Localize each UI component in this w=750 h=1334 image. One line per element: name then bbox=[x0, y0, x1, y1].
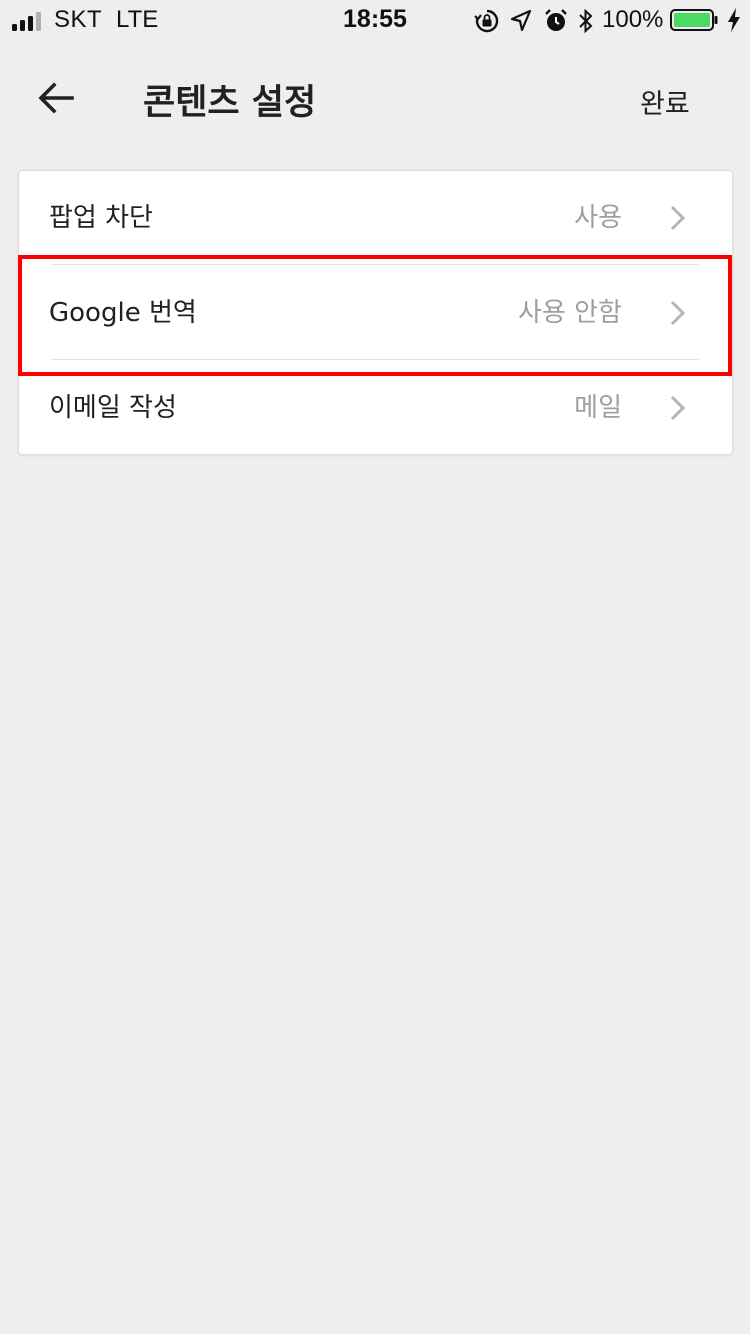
settings-item-label: 팝업 차단 bbox=[49, 203, 153, 233]
orientation-lock-icon bbox=[474, 9, 499, 33]
settings-item-popup-blocking[interactable]: 팝업 차단 사용 bbox=[19, 171, 732, 265]
settings-item-value: 사용 bbox=[574, 203, 622, 233]
divider bbox=[51, 359, 699, 360]
settings-item-label: Google 번역 bbox=[49, 298, 197, 328]
bluetooth-icon bbox=[579, 8, 593, 34]
alarm-icon bbox=[545, 9, 567, 31]
status-icons bbox=[474, 7, 594, 35]
divider bbox=[51, 264, 699, 265]
location-arrow-icon bbox=[510, 9, 532, 32]
settings-item-value: 메일 bbox=[574, 393, 622, 423]
arrow-left-icon bbox=[38, 82, 74, 114]
settings-item-value: 사용 안함 bbox=[518, 298, 622, 328]
chevron-right-icon bbox=[670, 300, 686, 326]
settings-item-google-translate[interactable]: Google 번역 사용 안함 bbox=[19, 266, 732, 360]
battery-percent: 100% bbox=[602, 6, 664, 33]
chevron-right-icon bbox=[670, 395, 686, 421]
done-button[interactable]: 완료 bbox=[640, 82, 690, 121]
chevron-right-icon bbox=[670, 205, 686, 231]
settings-item-label: 이메일 작성 bbox=[49, 393, 177, 423]
page-title: 콘텐츠 설정 bbox=[143, 83, 317, 123]
back-button[interactable] bbox=[30, 72, 82, 124]
status-bar: SKT LTE 18:55 100% bbox=[0, 0, 750, 40]
battery-icon bbox=[670, 9, 718, 31]
settings-item-email-compose[interactable]: 이메일 작성 메일 bbox=[19, 361, 732, 455]
settings-card: 팝업 차단 사용 Google 번역 사용 안함 이메일 작성 메일 bbox=[18, 170, 733, 455]
charging-icon bbox=[728, 8, 740, 32]
